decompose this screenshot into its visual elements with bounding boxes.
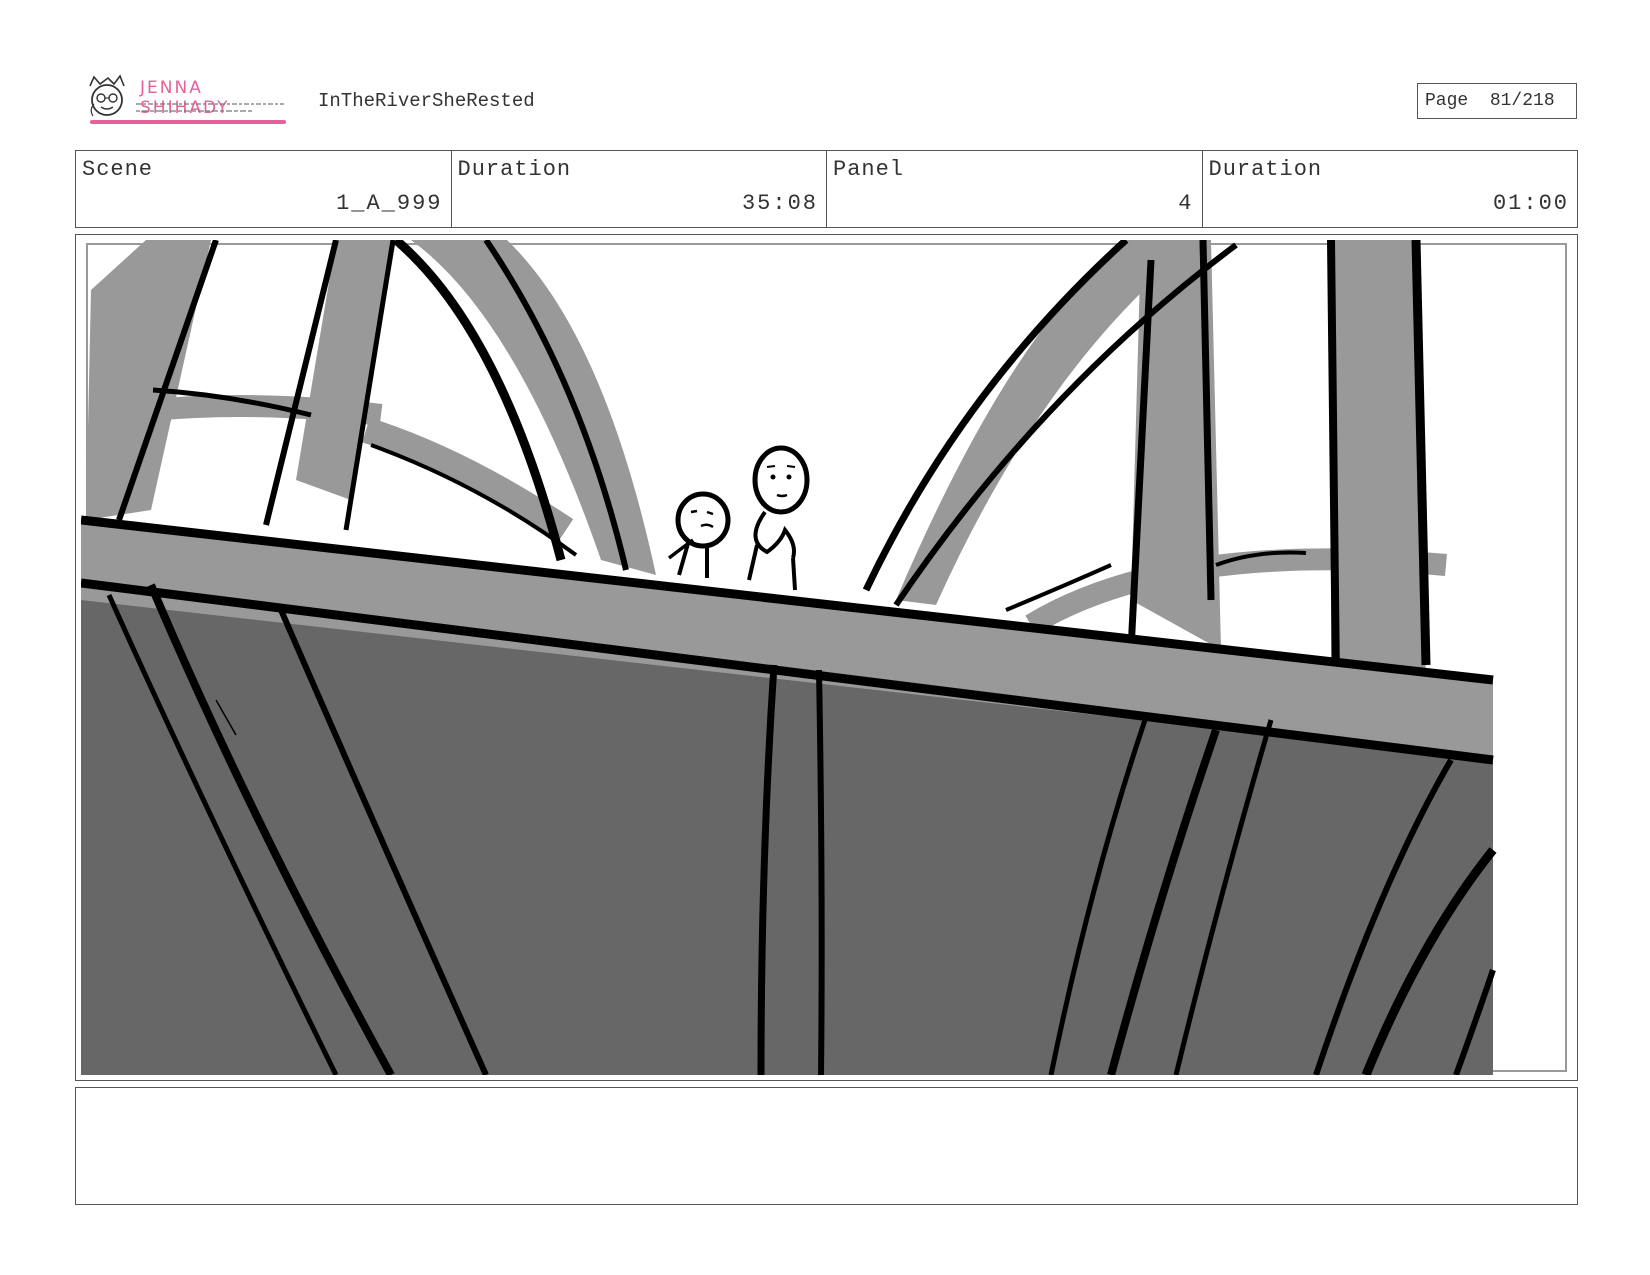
- storyboard-drawing: [81, 240, 1572, 1075]
- scene-duration-label: Duration: [457, 157, 572, 182]
- panel-duration-cell: Duration 01:00: [1203, 151, 1578, 227]
- panel-value: 4: [1178, 191, 1194, 216]
- logo-tagline: [134, 101, 290, 118]
- project-title: InTheRiverSheRested: [318, 90, 535, 112]
- scene-label: Scene: [82, 157, 154, 182]
- notes-box: [75, 1087, 1578, 1205]
- panel-label: Panel: [833, 157, 905, 182]
- logo-underline: [90, 120, 286, 124]
- page-indicator: Page 81/218: [1417, 83, 1577, 119]
- page-label: Page: [1425, 91, 1469, 111]
- scene-duration-cell: Duration 35:08: [452, 151, 827, 227]
- panel-info-row: Scene 1_A_999 Duration 35:08 Panel 4 Dur…: [75, 150, 1578, 228]
- scene-duration-value: 35:08: [741, 191, 818, 216]
- panel-duration-value: 01:00: [1492, 191, 1569, 216]
- scene-cell: Scene 1_A_999: [76, 151, 452, 227]
- panel-cell: Panel 4: [827, 151, 1203, 227]
- artist-logo: JENNA SHIHADY: [84, 74, 290, 126]
- avatar-icon: [89, 74, 125, 117]
- page-number: 81/218: [1489, 91, 1555, 111]
- panel-duration-label: Duration: [1208, 157, 1323, 182]
- storyboard-panel: [75, 234, 1578, 1081]
- scene-value: 1_A_999: [336, 191, 443, 216]
